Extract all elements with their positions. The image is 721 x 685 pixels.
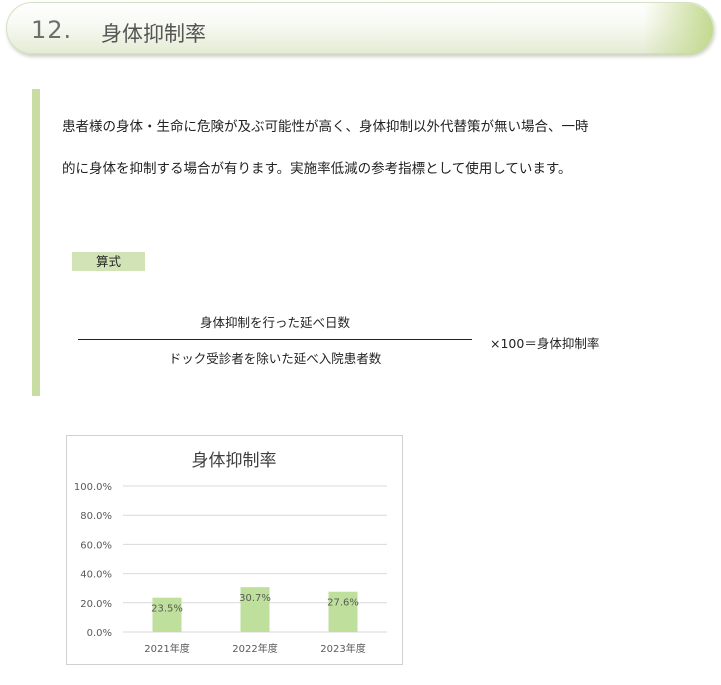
data-label: 30.7%	[239, 593, 271, 604]
chart-title: 身体抑制率	[192, 451, 277, 471]
data-label: 27.6%	[327, 598, 359, 609]
data-label: 23.5%	[151, 604, 183, 615]
bar-chart: 身体抑制率 0.0% 20.0% 40.0% 60.0% 80.0% 100.0% 23.5%…	[66, 435, 403, 665]
description-text: 患者様の身体・生命に危険が及ぶ可能性が高く、身体抑制以外代替策が無い場合、一時 …	[62, 106, 702, 190]
y-tick-label: 20.0%	[80, 599, 112, 610]
section-number: 12.	[31, 16, 73, 44]
fraction-line	[78, 339, 472, 340]
formula-numerator: 身体抑制を行った延べ日数	[199, 315, 350, 330]
description-line-1: 患者様の身体・生命に危険が及ぶ可能性が高く、身体抑制以外代替策が無い場合、一時	[62, 119, 589, 135]
x-tick-label: 2023年度	[320, 642, 365, 655]
y-tick-label: 100.0%	[74, 482, 112, 493]
formula-denominator: ドック受診者を除いた延べ入院患者数	[168, 351, 382, 366]
chart-canvas: 身体抑制率 0.0% 20.0% 40.0% 60.0% 80.0% 100.0% 23.5%…	[74, 451, 387, 655]
x-tick-label: 2021年度	[144, 642, 189, 655]
header-accent	[643, 3, 713, 55]
formula-label: 算式	[72, 252, 145, 271]
y-tick-label: 80.0%	[80, 511, 112, 522]
formula-result: ×100＝身体抑制率	[490, 336, 600, 351]
section-header: 12. 身体抑制率	[6, 2, 714, 55]
x-tick-label: 2022年度	[232, 642, 277, 655]
y-tick-label: 40.0%	[80, 570, 112, 581]
section-title: 身体抑制率	[101, 22, 206, 46]
description-line-2: 的に身体を抑制する場合が有ります。実施率低減の参考指標として使用しています。	[62, 161, 572, 177]
description-accent-bar	[32, 89, 40, 396]
y-tick-label: 60.0%	[80, 540, 112, 551]
y-tick-label: 0.0%	[87, 628, 112, 639]
